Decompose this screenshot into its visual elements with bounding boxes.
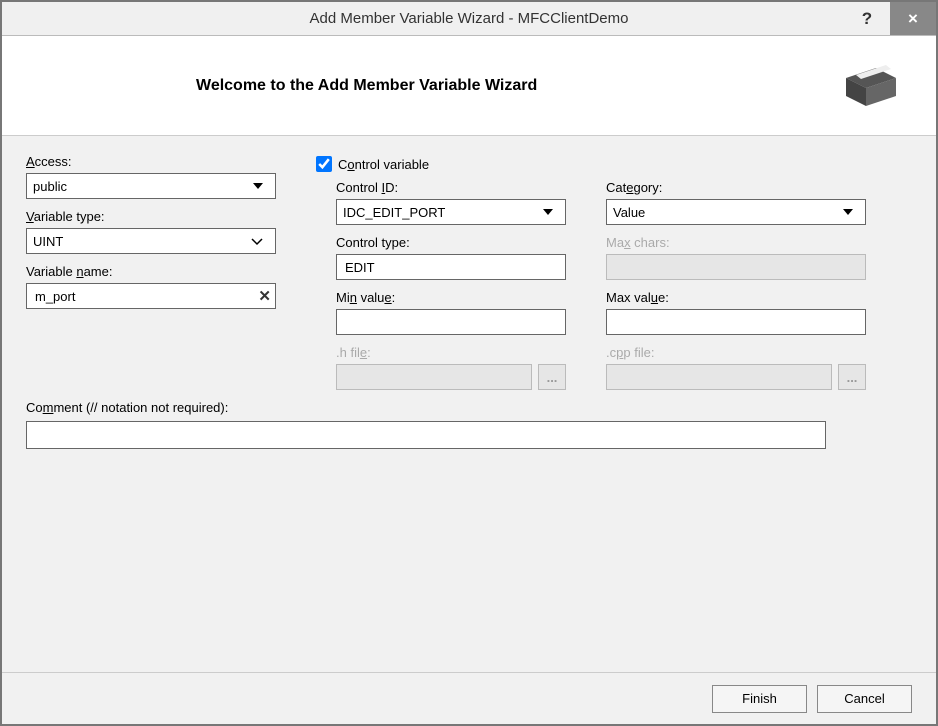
close-button[interactable]: × [890,2,936,35]
control-type-input[interactable] [336,254,566,280]
access-label: Access: [26,154,276,169]
comment-input[interactable] [26,421,826,449]
body: Access: public Variable type: UINT Varia… [2,136,936,672]
variable-name-label: Variable name: [26,264,276,279]
max-value-input[interactable] [606,309,866,335]
variable-name-field[interactable] [33,284,249,308]
comment-label: Comment (// notation not required): [26,400,912,415]
titlebar: Add Member Variable Wizard - MFCClientDe… [2,2,936,36]
control-id-combo[interactable]: IDC_EDIT_PORT [336,199,566,225]
box-icon [836,58,906,115]
chevron-down-icon [251,237,269,246]
min-value-input[interactable] [336,309,566,335]
help-button[interactable]: ? [844,2,890,35]
h-file-input [336,364,532,390]
control-type-label: Control type: [336,235,566,250]
cpp-file-browse-button: ... [838,364,866,390]
footer: Finish Cancel [2,672,936,724]
variable-type-label: Variable type: [26,209,276,224]
cpp-file-label: .cpp file: [606,345,866,360]
chevron-down-icon [541,207,559,217]
comment-field[interactable] [27,422,825,448]
cancel-button[interactable]: Cancel [817,685,912,713]
column-right: Category: Value Max chars: Max value: .c… [606,154,866,390]
titlebar-buttons: ? × [844,2,936,35]
header: Welcome to the Add Member Variable Wizar… [2,36,936,136]
wizard-window: Add Member Variable Wizard - MFCClientDe… [0,0,938,726]
min-value-label: Min value: [336,290,566,305]
category-label: Category: [606,180,866,195]
finish-button[interactable]: Finish [712,685,807,713]
clear-icon[interactable]: ✕ [258,287,271,305]
variable-type-combo[interactable]: UINT [26,228,276,254]
control-id-value: IDC_EDIT_PORT [343,205,445,220]
max-value-label: Max value: [606,290,866,305]
window-title: Add Member Variable Wizard - MFCClientDe… [2,10,936,27]
control-type-field [343,255,559,279]
category-combo[interactable]: Value [606,199,866,225]
cpp-file-input [606,364,832,390]
column-middle: Control variable Control ID: IDC_EDIT_PO… [316,154,566,390]
chevron-down-icon [841,207,859,217]
control-variable-checkbox[interactable] [316,156,332,172]
h-file-field [343,365,525,389]
control-variable-label: Control variable [338,157,429,172]
variable-name-input[interactable]: ✕ [26,283,276,309]
cpp-file-field [613,365,825,389]
variable-type-value: UINT [33,234,63,249]
access-combo[interactable]: public [26,173,276,199]
header-title: Welcome to the Add Member Variable Wizar… [196,77,537,95]
max-value-field[interactable] [613,310,859,334]
category-value: Value [613,205,645,220]
control-id-label: Control ID: [336,180,566,195]
h-file-label: .h file: [336,345,566,360]
max-chars-input [606,254,866,280]
min-value-field[interactable] [343,310,559,334]
column-left: Access: public Variable type: UINT Varia… [26,154,276,390]
control-variable-row: Control variable [316,156,566,172]
max-chars-label: Max chars: [606,235,866,250]
h-file-browse-button: ... [538,364,566,390]
access-value: public [33,179,67,194]
max-chars-field [613,255,859,279]
chevron-down-icon [251,181,269,191]
